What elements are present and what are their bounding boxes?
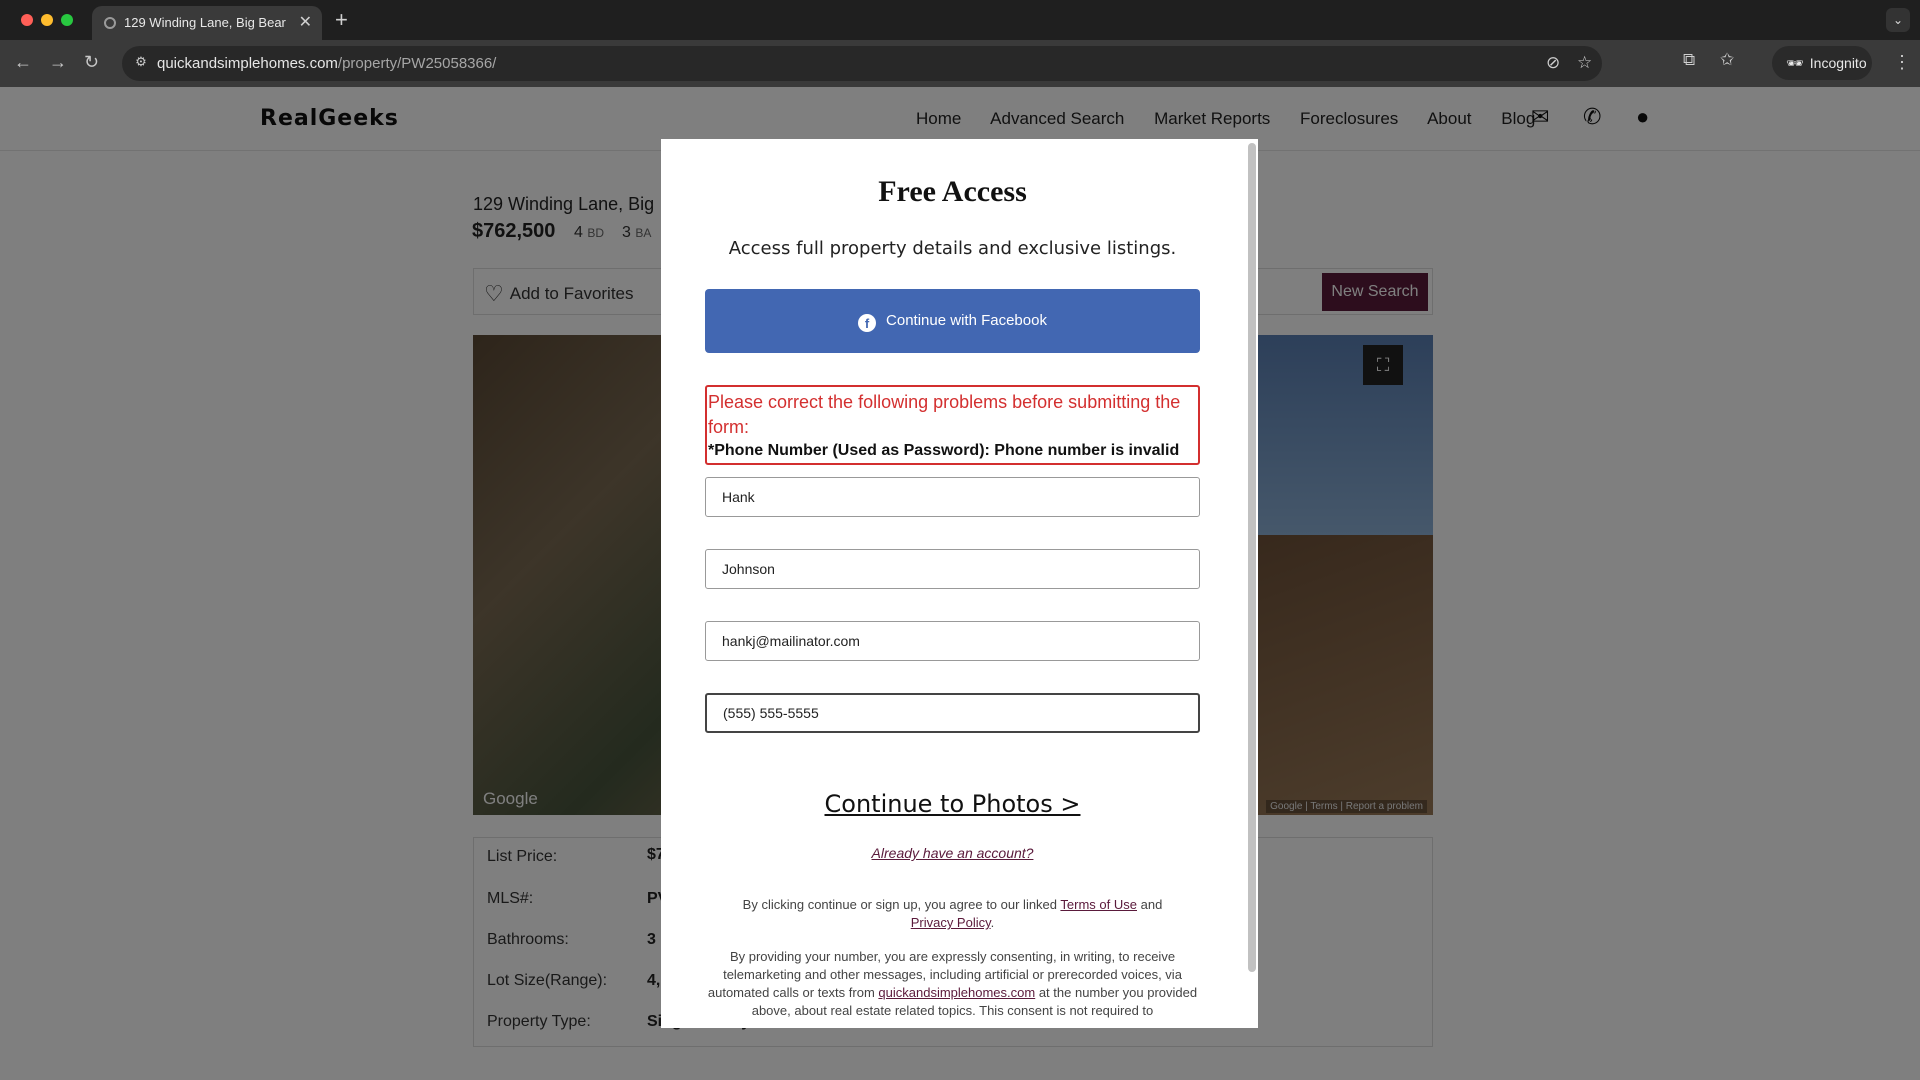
incognito-label: Incognito xyxy=(1809,55,1867,71)
forward-arrow-icon[interactable]: → xyxy=(49,52,67,73)
eye-off-icon[interactable]: ⊘ xyxy=(1546,53,1560,73)
site-domain-link[interactable]: quickandsimplehomes.com xyxy=(878,985,1035,1000)
url-domain: quickandsimplehomes.com xyxy=(157,55,338,72)
modal-subtitle: Access full property details and exclusi… xyxy=(728,238,1177,259)
privacy-policy-link[interactable]: Privacy Policy xyxy=(911,915,991,930)
terms-of-use-link[interactable]: Terms of Use xyxy=(1060,897,1137,912)
incognito-icon: 🕶 xyxy=(1786,55,1804,71)
site-info-icon[interactable]: ⚙ xyxy=(132,54,150,72)
continue-to-photos-button[interactable]: Continue to Photos > xyxy=(825,790,1081,818)
browser-menu-icon[interactable]: ⋮ xyxy=(1893,52,1911,73)
tab-favicon-icon xyxy=(104,17,116,29)
modal-scrollbar[interactable] xyxy=(1248,143,1256,972)
incognito-badge[interactable]: 🕶 Incognito xyxy=(1772,46,1872,80)
already-have-account-link[interactable]: Already have an account? xyxy=(872,845,1034,861)
reload-icon[interactable]: ↻ xyxy=(84,52,99,73)
terms-and: and xyxy=(1140,897,1163,912)
minimize-window-button[interactable] xyxy=(41,14,53,26)
last-name-field[interactable] xyxy=(705,549,1200,589)
address-bar[interactable]: ⚙ quickandsimplehomes.com/property/PW250… xyxy=(122,46,1602,81)
browser-tab-active[interactable]: 129 Winding Lane, Big Bear C ✕ xyxy=(92,6,322,40)
back-arrow-icon[interactable]: ← xyxy=(14,52,32,73)
maximize-window-button[interactable] xyxy=(61,14,73,26)
tab-close-icon[interactable]: ✕ xyxy=(299,12,312,32)
url-text[interactable]: quickandsimplehomes.com/property/PW25058… xyxy=(157,55,496,72)
email-field[interactable] xyxy=(705,621,1200,661)
tab-search-menu-icon[interactable]: ⌄ xyxy=(1886,8,1910,32)
facebook-icon: f xyxy=(858,314,877,332)
continue-with-facebook-button[interactable]: f Continue with Facebook xyxy=(705,289,1200,353)
phone-field[interactable] xyxy=(705,693,1200,733)
error-heading: Please correct the following problems be… xyxy=(708,392,1181,437)
reading-list-icon[interactable]: ✩ xyxy=(1720,50,1734,70)
extensions-icon[interactable]: ⧉ xyxy=(1683,50,1695,70)
new-tab-button[interactable]: + xyxy=(335,7,348,33)
browser-toolbar: ← → ↻ ⚙ quickandsimplehomes.com/property… xyxy=(0,40,1920,87)
free-access-modal: Free Access Access full property details… xyxy=(661,139,1258,1028)
error-item: *Phone Number (Used as Password): Phone … xyxy=(708,442,1180,459)
consent-text: By providing your number, you are expres… xyxy=(705,948,1200,1020)
first-name-field[interactable] xyxy=(705,477,1200,517)
modal-title: Free Access xyxy=(878,175,1027,208)
terms-text: By clicking continue or sign up, you agr… xyxy=(705,896,1200,932)
terms-end: . xyxy=(990,915,995,930)
close-window-button[interactable] xyxy=(21,14,33,26)
already-account-wrap: Already have an account? xyxy=(661,845,1244,863)
continue-to-photos-wrap: Continue to Photos > xyxy=(661,790,1244,818)
browser-tab-bar: 129 Winding Lane, Big Bear C ✕ + ⌄ xyxy=(0,0,1920,40)
form-error-box: Please correct the following problems be… xyxy=(705,385,1200,465)
terms-prefix: By clicking continue or sign up, you agr… xyxy=(742,897,1058,912)
tab-title: 129 Winding Lane, Big Bear C xyxy=(124,15,289,30)
url-path: /property/PW25058366/ xyxy=(337,55,497,72)
bookmark-star-icon[interactable]: ☆ xyxy=(1577,53,1592,73)
facebook-button-label: Continue with Facebook xyxy=(886,312,1047,329)
